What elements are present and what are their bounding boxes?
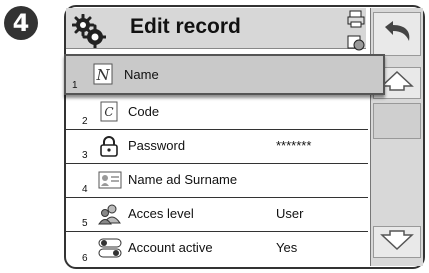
- list-row-account-active[interactable]: 6 Account active Yes: [66, 232, 368, 266]
- row-label: Name ad Surname: [128, 172, 238, 187]
- id-card-icon: [98, 169, 122, 191]
- page-title: Edit record: [130, 15, 241, 38]
- list-row-name[interactable]: 1 N Name: [64, 54, 385, 95]
- row-label: Name: [124, 67, 159, 82]
- svg-text:N: N: [95, 66, 110, 84]
- toggle-icon: [98, 237, 122, 259]
- row-number: 2: [82, 116, 88, 127]
- step-badge: 4: [4, 6, 38, 40]
- row-value: *******: [276, 138, 312, 153]
- row-number: 5: [82, 218, 88, 229]
- row-number: 3: [82, 150, 88, 161]
- undo-arrow-icon: [379, 17, 415, 52]
- row-number: 6: [82, 253, 88, 264]
- row-label: Code: [128, 104, 160, 119]
- row-label: Acces level: [128, 206, 194, 221]
- list-row-name-surname[interactable]: 4 Name ad Surname: [66, 164, 368, 198]
- undo-button[interactable]: [373, 12, 421, 56]
- row-value: User: [276, 206, 304, 221]
- code-icon: C: [98, 101, 120, 123]
- row-value: Yes: [276, 240, 298, 255]
- row-number: 1: [72, 80, 78, 91]
- printer-icon[interactable]: [346, 9, 366, 34]
- list-row-access-level[interactable]: 5 Acces level User: [66, 198, 368, 232]
- arrow-down-icon: [380, 229, 414, 256]
- scroll-track[interactable]: [373, 103, 421, 139]
- name-icon: N: [92, 63, 114, 85]
- title-bar: Edit record: [66, 8, 366, 51]
- list-row-password[interactable]: 3 Password *******: [66, 130, 368, 164]
- svg-text:C: C: [104, 105, 113, 119]
- row-label: Account active: [128, 240, 213, 255]
- scroll-down-button[interactable]: [373, 226, 421, 258]
- row-number: 4: [82, 184, 88, 195]
- list-row-code[interactable]: 2 C Code: [66, 96, 368, 130]
- users-icon: [98, 203, 121, 225]
- row-label: Password: [128, 138, 186, 153]
- lock-icon: [98, 135, 120, 157]
- gears-icon: [71, 13, 108, 53]
- arrow-up-icon: [380, 70, 414, 97]
